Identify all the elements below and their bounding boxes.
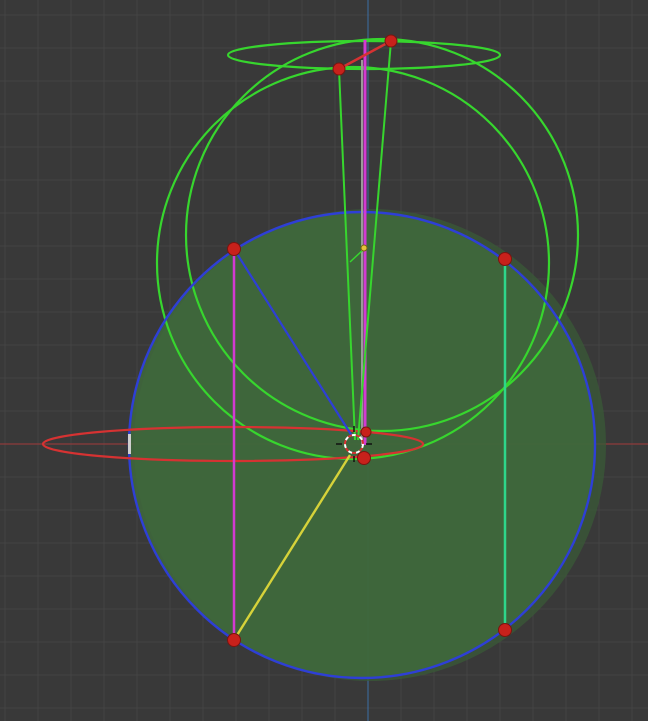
control-point-center-b[interactable] xyxy=(357,451,371,465)
pivot-point[interactable] xyxy=(360,244,368,252)
viewport-scene[interactable] xyxy=(0,0,648,721)
control-point-left-lower[interactable] xyxy=(227,633,241,647)
control-point-left-upper[interactable] xyxy=(227,242,241,256)
3d-viewport[interactable] xyxy=(0,0,648,721)
control-point-top-left[interactable] xyxy=(332,62,346,76)
control-point-right-lower[interactable] xyxy=(498,623,512,637)
red-ellipse-handle[interactable] xyxy=(128,434,131,454)
control-point-center-a[interactable] xyxy=(360,426,372,438)
control-point-right-upper[interactable] xyxy=(498,252,512,266)
control-point-top-right[interactable] xyxy=(384,34,398,48)
